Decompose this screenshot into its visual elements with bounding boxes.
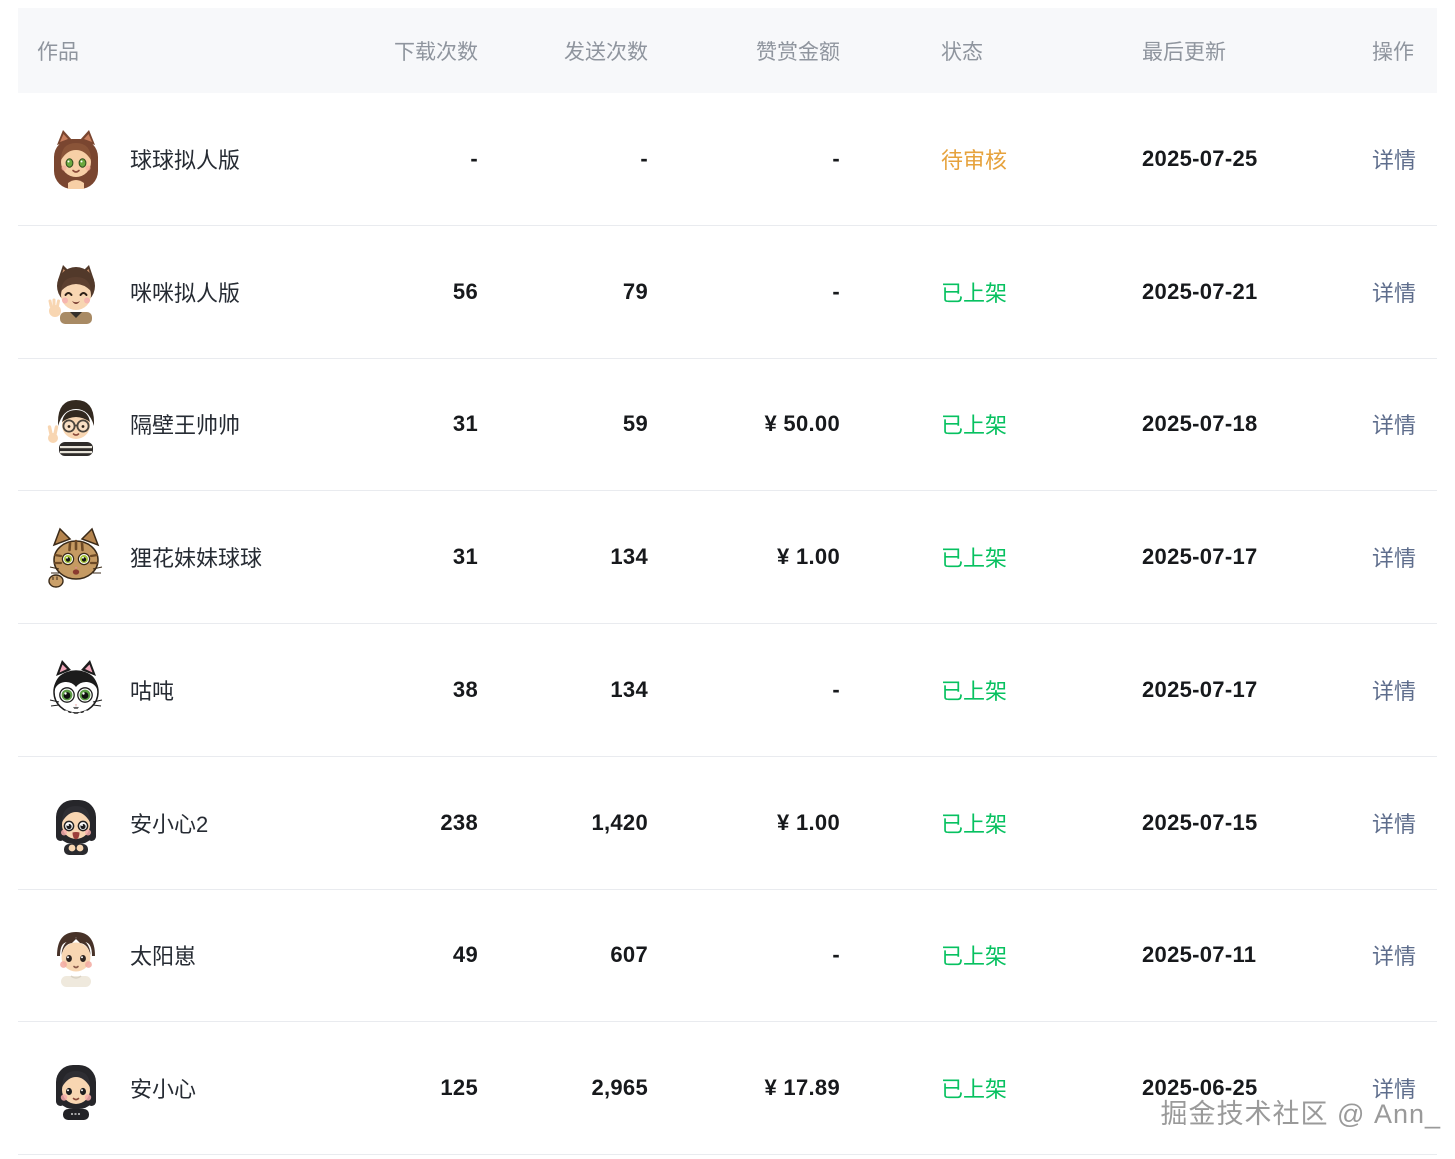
status-badge: 待审核 [941, 148, 1007, 173]
downloads-value: 49 [380, 942, 478, 968]
boy-cat-ears-avatar-icon [44, 260, 108, 324]
status-badge: 已上架 [941, 944, 1007, 969]
sticker-works-table: 作品 下载次数 发送次数 赞赏金额 状态 最后更新 操作 [18, 8, 1437, 1155]
sends-value: 607 [478, 942, 648, 968]
downloads-value: 31 [380, 411, 478, 437]
sends-value: - [478, 146, 648, 172]
reward-value: - [648, 279, 840, 305]
sticker-name: 咕吨 [130, 674, 174, 706]
boy-brown-hair-avatar-icon [44, 923, 108, 987]
reward-value: - [648, 146, 840, 172]
table-header: 作品 下载次数 发送次数 赞赏金额 状态 最后更新 操作 [18, 8, 1437, 93]
tabby-cat-avatar-icon [44, 525, 108, 589]
watermark: 掘金技术社区 @ Ann_ [1161, 1092, 1441, 1131]
downloads-value: 125 [380, 1075, 478, 1101]
reward-value: ¥ 17.89 [648, 1075, 840, 1101]
table-row: 咕吨 38 134 - 已上架 2025-07-17 详情 [18, 624, 1437, 757]
table-row: 球球拟人版 - - - 待审核 2025-07-25 详情 [18, 93, 1437, 226]
column-header-actions: 操作 [1372, 36, 1437, 66]
last-updated: 2025-07-18 [1140, 411, 1372, 437]
status-badge: 已上架 [941, 413, 1007, 438]
sticker-name: 咪咪拟人版 [130, 276, 240, 308]
status-badge: 已上架 [941, 281, 1007, 306]
table-row: 安小心 125 2,965 ¥ 17.89 已上架 2025-06-25 详情 [18, 1022, 1437, 1155]
sticker-name: 太阳崽 [130, 939, 196, 971]
table-row: 太阳崽 49 607 - 已上架 2025-07-11 详情 [18, 890, 1437, 1023]
table-row: 安小心2 238 1,420 ¥ 1.00 已上架 2025-07-15 详情 [18, 757, 1437, 890]
last-updated: 2025-07-17 [1140, 544, 1372, 570]
sends-value: 1,420 [478, 810, 648, 836]
status-badge: 已上架 [941, 812, 1007, 837]
sticker-name: 隔壁王帅帅 [130, 408, 240, 440]
detail-link[interactable]: 详情 [1372, 413, 1416, 438]
sends-value: 59 [478, 411, 648, 437]
reward-value: ¥ 1.00 [648, 544, 840, 570]
status-badge: 已上架 [941, 1077, 1007, 1102]
status-badge: 已上架 [941, 546, 1007, 571]
column-header-work: 作品 [18, 36, 380, 66]
detail-link[interactable]: 详情 [1372, 281, 1416, 306]
detail-link[interactable]: 详情 [1372, 148, 1416, 173]
girl-bob-excited-avatar-icon [44, 791, 108, 855]
sends-value: 134 [478, 544, 648, 570]
last-updated: 2025-07-17 [1140, 677, 1372, 703]
sends-value: 79 [478, 279, 648, 305]
detail-link[interactable]: 详情 [1372, 546, 1416, 571]
table-row: 咪咪拟人版 56 79 - 已上架 2025-07-21 详情 [18, 226, 1437, 359]
last-updated: 2025-07-15 [1140, 810, 1372, 836]
table-row: 隔壁王帅帅 31 59 ¥ 50.00 已上架 2025-07-18 详情 [18, 359, 1437, 492]
detail-link[interactable]: 详情 [1372, 679, 1416, 704]
status-badge: 已上架 [941, 679, 1007, 704]
detail-link[interactable]: 详情 [1372, 812, 1416, 837]
column-header-status: 状态 [840, 36, 1140, 66]
girl-bob-smile-avatar-icon [44, 1056, 108, 1120]
girl-cat-ears-avatar-icon [44, 127, 108, 191]
sends-value: 2,965 [478, 1075, 648, 1101]
downloads-value: - [380, 146, 478, 172]
sticker-name: 安小心2 [130, 807, 208, 839]
reward-value: ¥ 50.00 [648, 411, 840, 437]
reward-value: - [648, 942, 840, 968]
reward-value: - [648, 677, 840, 703]
tuxedo-cat-avatar-icon [44, 658, 108, 722]
downloads-value: 31 [380, 544, 478, 570]
last-updated: 2025-07-25 [1140, 146, 1372, 172]
detail-link[interactable]: 详情 [1372, 944, 1416, 969]
column-header-updated: 最后更新 [1140, 36, 1372, 66]
sends-value: 134 [478, 677, 648, 703]
man-glasses-avatar-icon [44, 392, 108, 456]
table-row: 狸花妹妹球球 31 134 ¥ 1.00 已上架 2025-07-17 详情 [18, 491, 1437, 624]
downloads-value: 56 [380, 279, 478, 305]
sticker-name: 狸花妹妹球球 [130, 541, 262, 573]
downloads-value: 238 [380, 810, 478, 836]
last-updated: 2025-07-21 [1140, 279, 1372, 305]
column-header-downloads: 下载次数 [380, 36, 478, 66]
column-header-sends: 发送次数 [478, 36, 648, 66]
sticker-name: 安小心 [130, 1072, 196, 1104]
column-header-reward: 赞赏金额 [648, 36, 840, 66]
reward-value: ¥ 1.00 [648, 810, 840, 836]
sticker-name: 球球拟人版 [130, 143, 240, 175]
last-updated: 2025-07-11 [1140, 942, 1372, 968]
downloads-value: 38 [380, 677, 478, 703]
